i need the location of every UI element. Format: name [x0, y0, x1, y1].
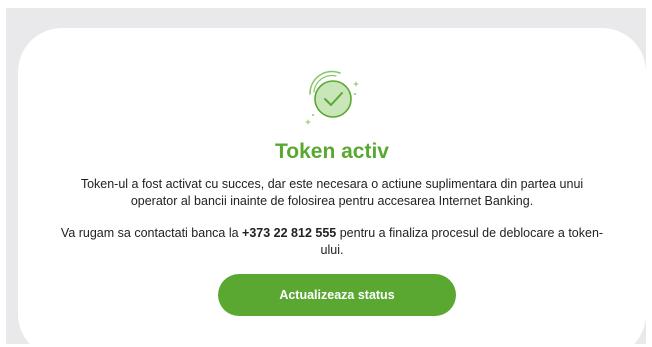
contact-message: Va rugam sa contactati banca la +373 22 …: [58, 225, 606, 259]
check-circle-icon: [300, 64, 364, 128]
status-card: Token activ Token-ul a fost activat cu s…: [18, 28, 646, 344]
page-background: Token activ Token-ul a fost activat cu s…: [6, 8, 646, 344]
contact-prefix: Va rugam sa contactati banca la: [60, 226, 243, 240]
update-status-button[interactable]: Actualizeaza status: [218, 274, 456, 316]
bank-phone-number: +373 22 812 555: [242, 226, 337, 240]
status-description: Token-ul a fost activat cu succes, dar e…: [80, 177, 584, 208]
contact-suffix: pentru a finaliza procesul de deblocare …: [320, 226, 604, 257]
status-title: Token activ: [275, 140, 389, 163]
